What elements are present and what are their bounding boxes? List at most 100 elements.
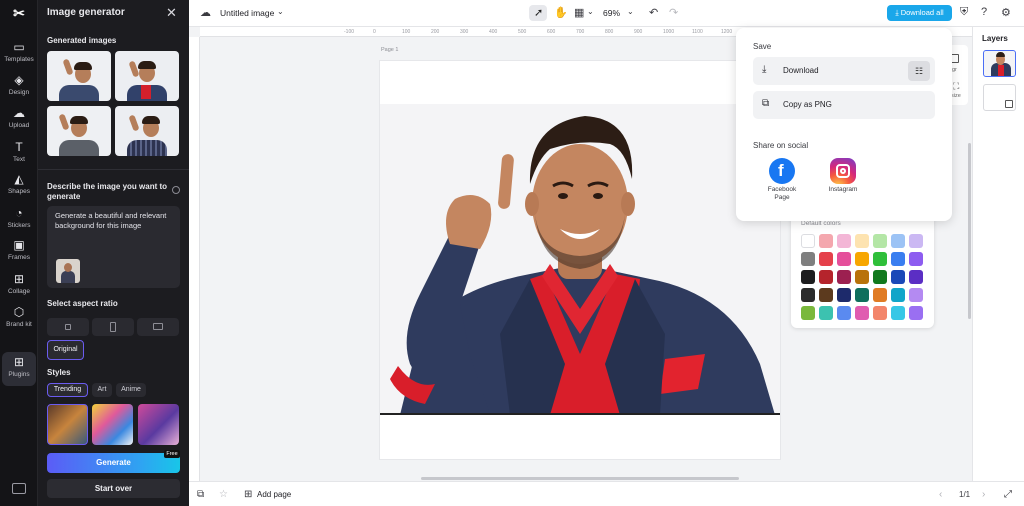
rail-item-collage[interactable]: ⊞ Collage bbox=[2, 272, 36, 302]
color-swatch[interactable] bbox=[801, 234, 815, 248]
rail-item-upload[interactable]: ☁ Upload bbox=[2, 106, 36, 136]
zoom-level[interactable]: 69% bbox=[603, 8, 620, 18]
color-swatch[interactable] bbox=[801, 288, 815, 302]
reference-image-thumbnail[interactable] bbox=[56, 259, 80, 283]
vertical-scrollbar[interactable] bbox=[968, 143, 971, 319]
close-icon[interactable]: ✕ bbox=[166, 5, 177, 21]
favorite-icon[interactable]: ☆ bbox=[219, 489, 228, 500]
color-swatch[interactable] bbox=[909, 288, 923, 302]
prompt-text[interactable]: Generate a beautiful and relevant backgr… bbox=[55, 211, 175, 231]
settings-gear-icon[interactable]: ⚙ bbox=[1001, 6, 1011, 19]
color-swatch[interactable] bbox=[855, 252, 869, 266]
generated-image-4[interactable] bbox=[115, 106, 179, 156]
color-swatch[interactable] bbox=[873, 234, 887, 248]
horizontal-scrollbar[interactable] bbox=[421, 477, 739, 480]
color-swatch[interactable] bbox=[855, 270, 869, 284]
layout-chevron-icon[interactable]: ⌄ bbox=[587, 7, 594, 16]
color-swatch[interactable] bbox=[801, 306, 815, 320]
color-swatch[interactable] bbox=[855, 288, 869, 302]
redo-icon[interactable]: ↷ bbox=[669, 6, 678, 19]
pages-icon[interactable]: ⧉ bbox=[197, 489, 204, 500]
color-swatch[interactable] bbox=[819, 252, 833, 266]
color-swatch[interactable] bbox=[819, 270, 833, 284]
color-swatch[interactable] bbox=[855, 234, 869, 248]
color-swatch[interactable] bbox=[837, 252, 851, 266]
style-tab-art[interactable]: Art bbox=[92, 383, 112, 397]
aspect-square-option[interactable] bbox=[47, 318, 89, 336]
zoom-chevron-icon[interactable]: ⌄ bbox=[627, 7, 634, 16]
add-page-button[interactable]: Add page bbox=[257, 490, 291, 499]
rail-item-plugins[interactable]: ⊞ Plugins bbox=[2, 352, 36, 386]
color-swatch[interactable] bbox=[819, 234, 833, 248]
layer-image[interactable] bbox=[983, 50, 1016, 77]
color-swatch[interactable] bbox=[873, 252, 887, 266]
rail-item-brand-kit[interactable]: ⬡ Brand kit bbox=[2, 305, 36, 335]
color-swatch[interactable] bbox=[891, 270, 905, 284]
color-swatch[interactable] bbox=[819, 306, 833, 320]
style-thumbnail-3[interactable] bbox=[138, 404, 179, 445]
aspect-portrait-option[interactable] bbox=[92, 318, 134, 336]
color-swatch[interactable] bbox=[819, 288, 833, 302]
prev-page-icon[interactable]: ‹ bbox=[939, 489, 942, 500]
style-thumbnail-2[interactable] bbox=[92, 404, 133, 445]
color-swatch[interactable] bbox=[891, 234, 905, 248]
fullscreen-icon[interactable]: ⤢ bbox=[1004, 489, 1012, 500]
color-swatch[interactable] bbox=[801, 270, 815, 284]
instagram-icon[interactable] bbox=[830, 158, 856, 184]
document-title[interactable]: Untitled image bbox=[220, 8, 274, 18]
download-settings-icon[interactable]: ☷ bbox=[908, 61, 930, 81]
generated-image-2[interactable] bbox=[115, 51, 179, 101]
color-swatch[interactable] bbox=[891, 306, 905, 320]
color-swatch[interactable] bbox=[891, 252, 905, 266]
cloud-save-icon[interactable]: ☁ bbox=[200, 6, 211, 19]
add-page-icon[interactable]: ⊞ bbox=[244, 489, 252, 500]
color-swatch[interactable] bbox=[855, 306, 869, 320]
rail-item-text[interactable]: T Text bbox=[2, 140, 36, 170]
aspect-landscape-option[interactable] bbox=[137, 318, 179, 336]
prompt-input[interactable]: Generate a beautiful and relevant backgr… bbox=[47, 206, 180, 288]
color-swatch[interactable] bbox=[909, 306, 923, 320]
color-swatch[interactable] bbox=[909, 252, 923, 266]
instagram-label[interactable]: Instagram bbox=[821, 186, 865, 194]
color-swatch[interactable] bbox=[873, 288, 887, 302]
layer-background[interactable] bbox=[983, 84, 1016, 111]
layout-icon[interactable]: ▦ bbox=[574, 6, 584, 19]
rail-item-templates[interactable]: ▭ Templates bbox=[2, 40, 36, 70]
facebook-icon[interactable]: f bbox=[769, 158, 795, 184]
style-tab-anime[interactable]: Anime bbox=[116, 383, 146, 397]
canvas-image-person[interactable] bbox=[380, 104, 780, 415]
generated-image-1[interactable] bbox=[47, 51, 111, 101]
download-option[interactable]: ⤓ Download ☷ bbox=[753, 57, 935, 85]
color-swatch[interactable] bbox=[837, 288, 851, 302]
copy-as-png-option[interactable]: ⧉ Copy as PNG bbox=[753, 91, 935, 119]
undo-icon[interactable]: ↶ bbox=[649, 6, 658, 19]
rail-item-shapes[interactable]: ◭ Shapes bbox=[2, 172, 36, 202]
style-thumbnail-1[interactable] bbox=[47, 404, 88, 445]
color-swatch[interactable] bbox=[837, 270, 851, 284]
rail-item-frames[interactable]: ▣ Frames bbox=[2, 238, 36, 268]
next-page-icon[interactable]: › bbox=[982, 489, 985, 500]
rail-item-design[interactable]: ◈ Design bbox=[2, 73, 36, 103]
color-swatch[interactable] bbox=[873, 306, 887, 320]
color-swatch[interactable] bbox=[891, 288, 905, 302]
color-swatch[interactable] bbox=[873, 270, 887, 284]
download-all-button[interactable]: ⤓ Download all bbox=[887, 5, 952, 21]
facebook-page-label[interactable]: Facebook Page bbox=[760, 186, 804, 202]
chevron-down-icon[interactable]: ⌄ bbox=[277, 7, 284, 16]
color-swatch[interactable] bbox=[837, 234, 851, 248]
color-swatch[interactable] bbox=[837, 306, 851, 320]
resize-icon[interactable]: ⛶ bbox=[953, 81, 959, 92]
start-over-button[interactable]: Start over bbox=[47, 479, 180, 498]
shield-icon[interactable]: ⛨ bbox=[960, 6, 968, 19]
style-tab-trending[interactable]: Trending bbox=[47, 383, 88, 397]
color-swatch[interactable] bbox=[801, 252, 815, 266]
rail-item-stickers[interactable]: ◔ Stickers bbox=[2, 206, 36, 236]
generated-image-3[interactable] bbox=[47, 106, 111, 156]
capcut-logo-icon[interactable]: ✂ bbox=[10, 6, 28, 20]
generate-button[interactable]: Generate bbox=[47, 453, 180, 473]
help-icon[interactable]: ? bbox=[981, 6, 987, 18]
color-swatch[interactable] bbox=[909, 234, 923, 248]
info-icon[interactable] bbox=[172, 186, 180, 194]
select-tool-button[interactable]: ➚ bbox=[529, 5, 547, 21]
color-swatch[interactable] bbox=[909, 270, 923, 284]
